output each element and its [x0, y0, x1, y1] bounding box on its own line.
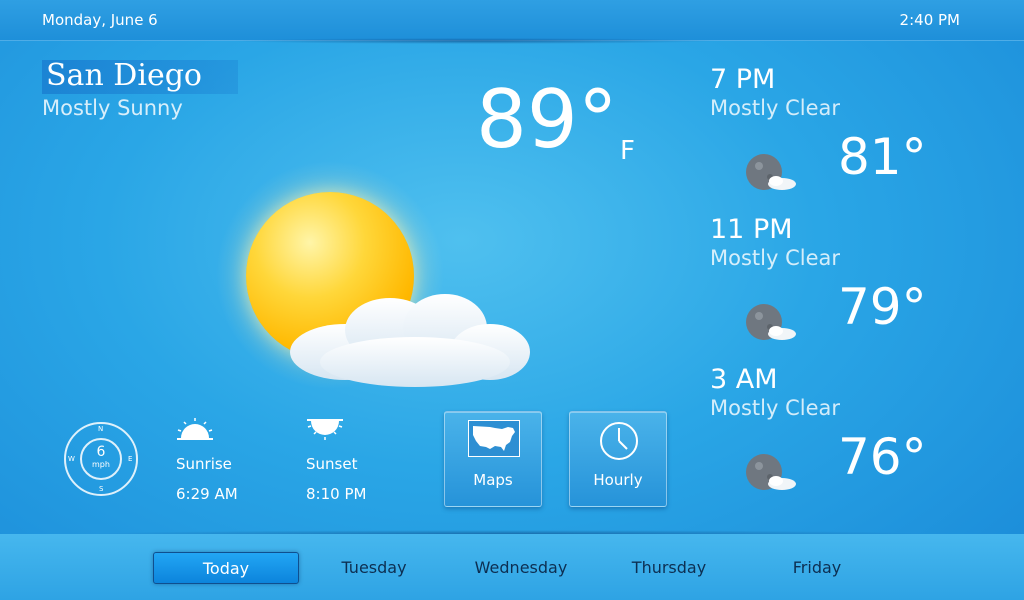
wind-compass: N E S W 6 mph [64, 422, 138, 496]
tab-wednesday[interactable]: Wednesday [448, 552, 594, 584]
sunset-icon [307, 419, 343, 440]
sunrise-icon [177, 418, 213, 440]
sunrise-label: Sunrise [176, 455, 232, 473]
tab-today[interactable]: Today [153, 552, 299, 584]
tab-tuesday[interactable]: Tuesday [301, 552, 447, 584]
current-condition: Mostly Sunny [42, 96, 183, 120]
forecast-time: 11 PM [710, 214, 793, 245]
cloud-icon [290, 294, 530, 387]
clock-icon [600, 422, 638, 460]
maps-button[interactable]: Maps [444, 411, 542, 507]
compass-south: S [99, 485, 104, 493]
temperature-unit: F [620, 136, 635, 166]
current-temperature: 89° [476, 73, 618, 166]
clock-label: 2:40 PM [899, 11, 960, 29]
moon-cloud-icon [746, 454, 796, 490]
moon-cloud-icon [746, 304, 796, 340]
forecast-condition: Mostly Clear [710, 246, 840, 270]
top-divider-glow [230, 38, 720, 44]
forecast-temperature: 81° [838, 128, 927, 186]
compass-west: W [68, 455, 75, 463]
maps-label: Maps [473, 471, 513, 489]
forecast-condition: Mostly Clear [710, 96, 840, 120]
wind-speed: 6 [96, 444, 106, 460]
forecast-temperature: 76° [838, 428, 927, 486]
city-name[interactable]: San Diego [46, 58, 202, 93]
hourly-button[interactable]: Hourly [569, 411, 667, 507]
hourly-label: Hourly [593, 471, 643, 489]
wind-unit: mph [92, 460, 110, 469]
moon-cloud-icon [746, 154, 796, 190]
compass-east: E [128, 455, 133, 463]
sunset-time: 8:10 PM [306, 485, 367, 503]
sunset-label: Sunset [306, 455, 358, 473]
compass-north: N [98, 425, 104, 433]
forecast-time: 7 PM [710, 64, 776, 95]
tab-friday[interactable]: Friday [744, 552, 890, 584]
forecast-condition: Mostly Clear [710, 396, 840, 420]
tab-thursday[interactable]: Thursday [596, 552, 742, 584]
wind-speed-ring: 6 mph [80, 438, 122, 480]
sunrise-time: 6:29 AM [176, 485, 238, 503]
us-map-icon [468, 420, 520, 457]
forecast-time: 3 AM [710, 364, 778, 395]
forecast-temperature: 79° [838, 278, 927, 336]
date-label: Monday, June 6 [42, 11, 158, 29]
